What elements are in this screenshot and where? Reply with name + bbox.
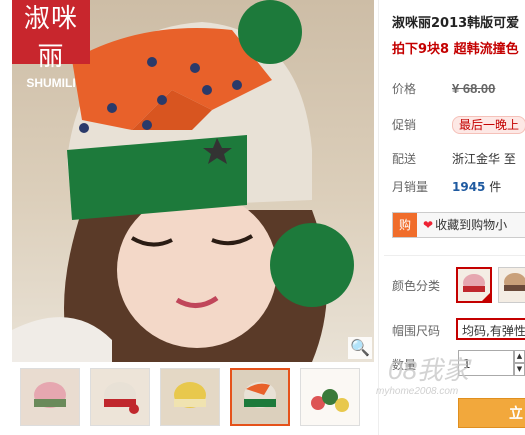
product-promo: 拍下9块8 超韩流撞色 — [392, 42, 519, 57]
swatch-hat-icon — [504, 273, 525, 291]
cart-icon: 购 — [393, 213, 417, 237]
color-swatch-2[interactable] — [498, 267, 525, 303]
product-title[interactable]: 淑咪丽2013韩版可爱 — [392, 12, 519, 31]
thumb-hat-icon — [174, 382, 206, 408]
price-row: 价格 ¥ 68.00 — [392, 80, 495, 97]
watermark-logo: 08我家 — [388, 355, 469, 385]
shipping-label: 配送 — [392, 152, 417, 166]
price-label: 价格 — [392, 82, 417, 96]
product-image-area: 淑咪丽 SHUMILI 🔍 — [0, 0, 376, 364]
add-to-favorites-button[interactable]: 购 ❤ 收藏到购物小 — [392, 212, 525, 238]
favorites-label: 收藏到购物小 — [435, 218, 508, 232]
shipping-row: 配送 浙江金华 至 — [392, 150, 516, 167]
sales-unit: 件 — [489, 180, 502, 194]
quantity-decrease-icon[interactable]: ▼ — [514, 363, 525, 376]
size-label-row: 帽围尺码 — [392, 322, 452, 339]
price-value: ¥ 68.00 — [452, 81, 496, 96]
buy-now-button[interactable]: 立 — [458, 398, 525, 428]
shipping-value[interactable]: 浙江金华 至 — [452, 152, 516, 166]
thumb-hat-icon — [34, 382, 66, 408]
thumbnail-strip — [12, 368, 376, 432]
brand-logo-en: SHUMILI — [26, 76, 76, 90]
thumbnail-5[interactable] — [300, 368, 360, 426]
quantity-increase-icon[interactable]: ▲ — [514, 350, 525, 363]
section-divider — [384, 255, 525, 256]
promotion-row: 促销 最后一晚上 — [392, 116, 525, 134]
size-option-selected[interactable]: 均码,有弹性 — [456, 318, 525, 340]
thumbnail-3[interactable] — [160, 368, 220, 426]
color-label: 颜色分类 — [392, 279, 441, 293]
thumb-hat-icon — [244, 382, 276, 408]
promotion-label: 促销 — [392, 118, 417, 132]
thumbnail-1[interactable] — [20, 368, 80, 426]
watermark-url: myhome2008.com — [376, 386, 459, 397]
thumbnail-4[interactable] — [230, 368, 290, 426]
magnifier-icon[interactable]: 🔍 — [348, 337, 372, 359]
thumb-hat-icon — [104, 382, 139, 414]
heart-icon: ❤ — [423, 218, 434, 232]
sales-value: 1945 — [452, 180, 486, 194]
sales-row: 月销量 1945 件 — [392, 178, 501, 195]
color-swatch-selected[interactable] — [456, 267, 492, 303]
sales-label: 月销量 — [392, 180, 429, 194]
thumb-pompom-icon — [311, 389, 349, 412]
brand-logo[interactable]: 淑咪丽 SHUMILI — [12, 0, 90, 90]
thumbnail-2[interactable] — [90, 368, 150, 426]
column-divider — [378, 0, 379, 435]
size-label: 帽围尺码 — [392, 324, 441, 338]
brand-logo-cn: 淑咪丽 — [23, 4, 78, 72]
selected-check-icon — [481, 292, 491, 302]
color-label-row: 颜色分类 — [392, 277, 452, 294]
promotion-tag[interactable]: 最后一晚上 — [452, 116, 525, 134]
